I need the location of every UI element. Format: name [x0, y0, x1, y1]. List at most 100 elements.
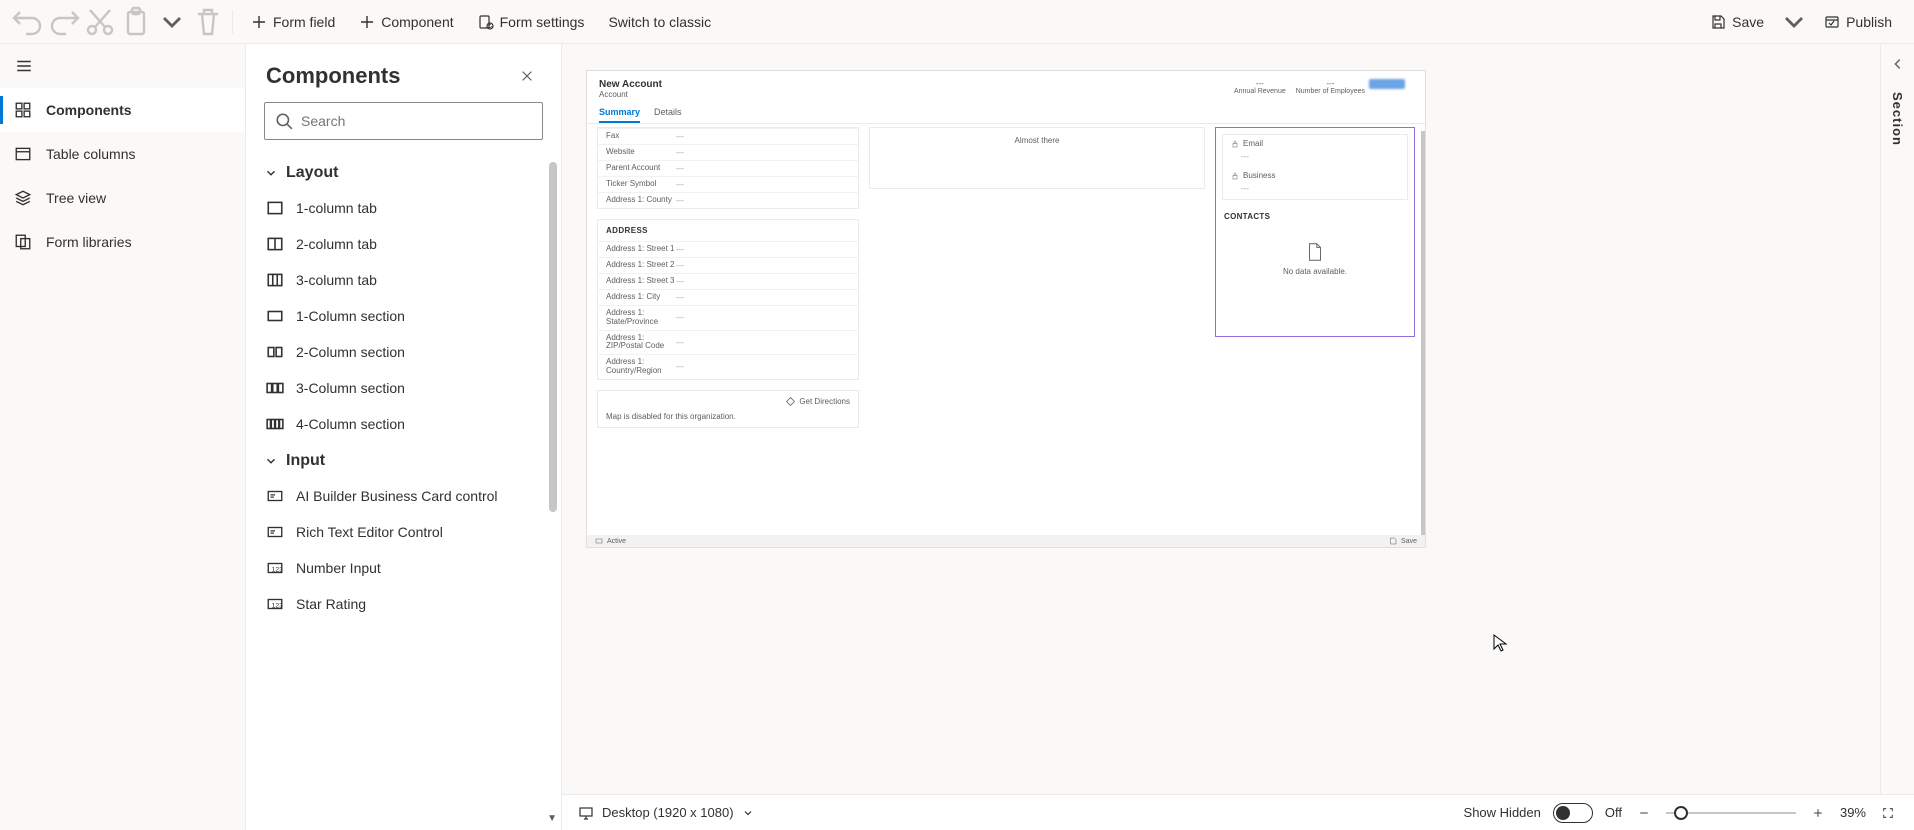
form-subtitle: Account	[599, 90, 662, 99]
group-label: Input	[286, 452, 325, 470]
save-button[interactable]: Save	[1700, 8, 1774, 36]
nav-components[interactable]: Components	[0, 88, 245, 132]
panel-scrollbar[interactable]	[549, 162, 557, 512]
field-row[interactable]: Ticker Symbol---	[598, 176, 858, 192]
hamburger-icon[interactable]	[0, 44, 48, 88]
tab-details[interactable]: Details	[654, 103, 682, 123]
form-scrollbar[interactable]	[1421, 131, 1425, 535]
field-row[interactable]: Fax---	[598, 128, 858, 144]
switch-classic-button[interactable]: Switch to classic	[598, 8, 721, 36]
comp-1-column-section[interactable]: 1-Column section	[264, 298, 539, 334]
save-icon	[1389, 537, 1397, 545]
switch-classic-label: Switch to classic	[608, 14, 711, 30]
comp-4-column-section[interactable]: 4-Column section	[264, 406, 539, 442]
comp-label: 4-Column section	[296, 416, 405, 432]
section-timeline[interactable]: Almost there	[869, 127, 1205, 189]
svg-text:123: 123	[272, 566, 284, 573]
section-address[interactable]: ADDRESS Address 1: Street 1--- Address 1…	[597, 219, 859, 380]
nav-table-columns[interactable]: Table columns	[0, 132, 245, 176]
nav-rail: Components Table columns Tree view Form …	[0, 44, 246, 830]
comp-3-column-tab[interactable]: 3-column tab	[264, 262, 539, 298]
group-layout[interactable]: Layout	[264, 154, 539, 190]
comp-1-column-tab[interactable]: 1-column tab	[264, 190, 539, 226]
section-account-info[interactable]: Fax--- Website--- Parent Account--- Tick…	[597, 127, 859, 209]
nav-tree-view[interactable]: Tree view	[0, 176, 245, 220]
components-list[interactable]: Layout 1-column tab 2-column tab 3-colum…	[246, 154, 547, 830]
viewport-picker[interactable]: Desktop (1920 x 1080)	[578, 805, 754, 821]
redo-icon[interactable]	[48, 6, 80, 38]
field-row[interactable]: Address 1: County---	[598, 192, 858, 208]
pane-label: Section	[1890, 92, 1905, 146]
form-libraries-icon	[14, 233, 32, 251]
form-preview[interactable]: New Account Account ---Annual Revenue --…	[586, 70, 1426, 548]
toggle-state: Off	[1605, 805, 1622, 820]
zoom-in-button[interactable]	[1808, 803, 1828, 823]
publish-label: Publish	[1846, 14, 1892, 30]
chevron-down-icon	[264, 454, 278, 468]
field-row[interactable]: Address 1: Street 2---	[598, 257, 858, 273]
svg-text:123: 123	[272, 602, 284, 609]
comp-label: Rich Text Editor Control	[296, 524, 443, 540]
save-icon	[1710, 14, 1726, 30]
fit-to-screen-button[interactable]	[1878, 803, 1898, 823]
plus-icon	[251, 14, 267, 30]
add-component-button[interactable]: Component	[349, 8, 463, 36]
add-form-field-button[interactable]: Form field	[241, 8, 345, 36]
save-dropdown-icon[interactable]	[1778, 6, 1810, 38]
comp-ai-business-card[interactable]: AI Builder Business Card control	[264, 478, 539, 514]
section-selected[interactable]: Email --- Business --- CONTACTS No data …	[1215, 127, 1415, 337]
expand-pane-icon[interactable]	[1886, 52, 1910, 76]
status-text: Active	[607, 538, 626, 545]
header-field[interactable]: ---Number of Employees	[1296, 79, 1365, 95]
get-directions-link[interactable]: Get Directions	[799, 397, 850, 406]
header-field[interactable]: ---Annual Revenue	[1234, 79, 1286, 95]
comp-number-input[interactable]: 123Number Input	[264, 550, 539, 586]
form-title: New Account	[599, 79, 662, 90]
form-settings-button[interactable]: Form settings	[468, 8, 595, 36]
search-box[interactable]	[264, 102, 543, 140]
nav-form-libraries[interactable]: Form libraries	[0, 220, 245, 264]
zoom-slider[interactable]	[1666, 812, 1796, 814]
search-input[interactable]	[301, 113, 532, 129]
section-header: ADDRESS	[598, 220, 858, 241]
comp-3-column-section[interactable]: 3-Column section	[264, 370, 539, 406]
publish-button[interactable]: Publish	[1814, 8, 1902, 36]
field-email[interactable]: Email	[1223, 135, 1407, 152]
comp-label: 1-Column section	[296, 308, 405, 324]
field-row[interactable]: Address 1: Street 1---	[598, 241, 858, 257]
field-business[interactable]: Business	[1223, 167, 1407, 184]
show-hidden-toggle[interactable]	[1553, 803, 1593, 823]
zoom-out-button[interactable]	[1634, 803, 1654, 823]
table-columns-icon	[14, 145, 32, 163]
section-map[interactable]: Get Directions Map is disabled for this …	[597, 390, 859, 428]
field-row[interactable]: Address 1: State/Province---	[598, 305, 858, 330]
field-row[interactable]: Parent Account---	[598, 160, 858, 176]
close-icon[interactable]	[513, 62, 541, 90]
paste-icon[interactable]	[120, 6, 152, 38]
scroll-down-icon[interactable]: ▼	[547, 813, 557, 824]
cut-icon[interactable]	[84, 6, 116, 38]
field-row[interactable]: Website---	[598, 144, 858, 160]
paste-dropdown-icon[interactable]	[156, 6, 188, 38]
group-input[interactable]: Input	[264, 442, 539, 478]
delete-icon[interactable]	[192, 6, 224, 38]
comp-2-column-tab[interactable]: 2-column tab	[264, 226, 539, 262]
nav-label: Table columns	[46, 146, 136, 162]
nav-label: Form libraries	[46, 234, 132, 250]
field-row[interactable]: Address 1: Street 3---	[598, 273, 858, 289]
zoom-thumb[interactable]	[1674, 806, 1688, 820]
comp-star-rating[interactable]: 123Star Rating	[264, 586, 539, 622]
save-label: Save	[1732, 14, 1764, 30]
field-row[interactable]: Address 1: City---	[598, 289, 858, 305]
components-icon	[14, 101, 32, 119]
tab-summary[interactable]: Summary	[599, 103, 640, 123]
form-field-label: Form field	[273, 14, 335, 30]
undo-icon[interactable]	[12, 6, 44, 38]
status-icon	[595, 537, 603, 545]
comp-2-column-section[interactable]: 2-Column section	[264, 334, 539, 370]
field-row[interactable]: Address 1: Country/Region---	[598, 354, 858, 379]
map-disabled-text: Map is disabled for this organization.	[606, 412, 850, 421]
comp-rich-text[interactable]: Rich Text Editor Control	[264, 514, 539, 550]
field-row[interactable]: Address 1: ZIP/Postal Code---	[598, 330, 858, 355]
monitor-icon	[578, 805, 594, 821]
